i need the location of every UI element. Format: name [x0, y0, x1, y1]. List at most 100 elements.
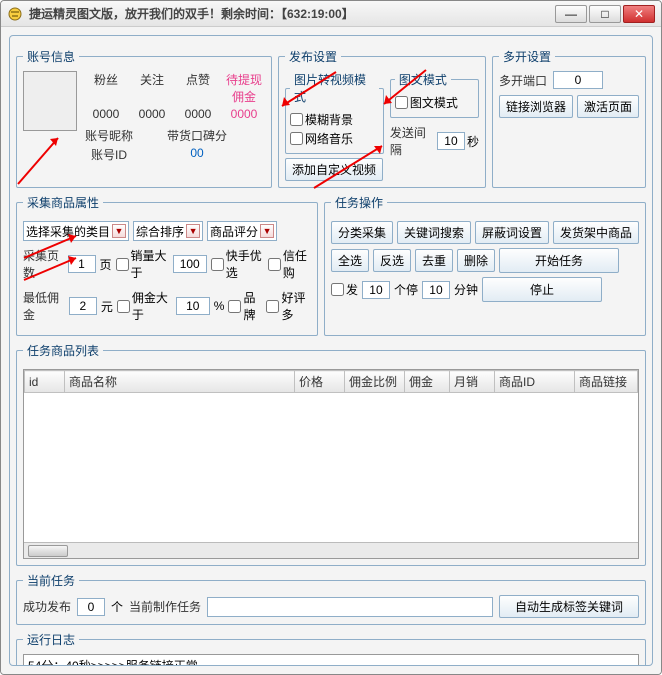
fans-value: 0000 [85, 107, 127, 121]
pub-ok-label: 成功发布 [23, 598, 71, 615]
multi-legend: 多开设置 [499, 48, 555, 65]
start-task-button[interactable]: 开始任务 [499, 248, 619, 273]
net-music-checkbox[interactable]: 网络音乐 [290, 130, 379, 147]
send-unit: 个停 [394, 281, 418, 298]
pub-ok-input[interactable] [77, 598, 105, 616]
list-legend: 任务商品列表 [23, 342, 103, 359]
pages-input[interactable] [68, 255, 96, 273]
link-browser-button[interactable]: 链接浏览器 [499, 95, 573, 118]
follows-value: 0000 [131, 107, 173, 121]
col-comm-rate[interactable]: 佣金比例 [345, 371, 405, 393]
client-area: 账号信息 粉丝 关注 点赞 待提现佣金 0000 0000 00 [1, 27, 661, 674]
publish-settings-group: 发布设置 图片转视频模式 模糊背景 网络音乐 添加自定义视频 图文模式 图 [278, 48, 486, 188]
blur-bg-checkbox[interactable]: 模糊背景 [290, 111, 379, 128]
col-product-link[interactable]: 商品链接 [575, 371, 638, 393]
h-scrollbar[interactable] [24, 542, 638, 558]
follows-label: 关注 [131, 71, 173, 105]
send-checkbox[interactable]: 发 [331, 281, 358, 298]
close-button[interactable]: ✕ [623, 5, 655, 23]
activate-page-button[interactable]: 激活页面 [577, 95, 639, 118]
delete-button[interactable]: 删除 [457, 249, 495, 272]
making-input[interactable] [207, 597, 493, 617]
fans-label: 粉丝 [85, 71, 127, 105]
auto-tag-button[interactable]: 自动生成标签关键词 [499, 595, 639, 618]
minimize-button[interactable]: — [555, 5, 587, 23]
score-combo[interactable]: 商品评分▼ [207, 221, 277, 241]
likes-value: 0000 [177, 107, 219, 121]
chevron-down-icon: ▼ [112, 224, 126, 238]
sort-combo[interactable]: 综合排序▼ [133, 221, 203, 241]
category-combo[interactable]: 选择采集的类目▼ [23, 221, 129, 241]
col-name[interactable]: 商品名称 [65, 371, 295, 393]
shield-button[interactable]: 屏蔽词设置 [475, 221, 549, 244]
product-table[interactable]: id 商品名称 价格 佣金比例 佣金 月销 商品ID 商品链接 [23, 369, 639, 559]
sales-gt-input[interactable] [173, 255, 207, 273]
collect-legend: 采集商品属性 [23, 194, 103, 211]
reputation-value: 00 [167, 146, 227, 160]
video-mode-legend: 图片转视频模式 [290, 71, 379, 105]
trust-buy-checkbox[interactable]: 信任购 [268, 247, 311, 281]
col-month-sales[interactable]: 月销 [450, 371, 495, 393]
titlebar: 捷运精灵图文版，放开我们的双手！剩余时间：【632:19:00】 — □ ✕ [1, 1, 661, 27]
window-controls: — □ ✕ [555, 5, 655, 23]
log-legend: 运行日志 [23, 631, 79, 648]
nickname-label: 账号昵称 [85, 127, 133, 144]
port-input[interactable] [553, 71, 603, 89]
pub-ok-unit: 个 [111, 598, 123, 615]
comm-gt-input[interactable] [176, 297, 210, 315]
wait-input[interactable] [422, 281, 450, 299]
cat-collect-button[interactable]: 分类采集 [331, 221, 393, 244]
task-legend: 任务操作 [331, 194, 387, 211]
brand-checkbox[interactable]: 品牌 [228, 289, 262, 323]
collect-props-group: 采集商品属性 选择采集的类目▼ 综合排序▼ 商品评分▼ 采集页数 页 销量大于 … [16, 194, 318, 336]
video-mode-group: 图片转视频模式 模糊背景 网络音乐 [285, 71, 384, 154]
product-list-group: 任务商品列表 id 商品名称 价格 佣金比例 佣金 月销 商品ID 商品链接 [16, 342, 646, 566]
invert-sel-button[interactable]: 反选 [373, 249, 411, 272]
titlebar-text: 捷运精灵图文版，放开我们的双手！剩余时间：【632:19:00】 [29, 5, 555, 22]
account-legend: 账号信息 [23, 48, 79, 65]
pic-mode-legend: 图文模式 [395, 71, 451, 88]
comm-gt-checkbox[interactable]: 佣金大于 [117, 289, 172, 323]
in-shelf-button[interactable]: 发货架中商品 [553, 221, 639, 244]
col-id[interactable]: id [25, 371, 65, 393]
pages-label: 采集页数 [23, 247, 64, 281]
select-all-button[interactable]: 全选 [331, 249, 369, 272]
col-product-id[interactable]: 商品ID [495, 371, 575, 393]
account-id-label: 账号ID [85, 146, 133, 163]
log-group: 运行日志 54分：40秒>>>>>服务链接正常 54分：51秒>>>>>浏览器启… [16, 631, 646, 666]
fast-pref-checkbox[interactable]: 快手优选 [211, 247, 264, 281]
maximize-button[interactable]: □ [589, 5, 621, 23]
send-count-input[interactable] [362, 281, 390, 299]
add-custom-video-button[interactable]: 添加自定义视频 [285, 158, 383, 181]
log-line: 54分：40秒>>>>>服务链接正常 [28, 659, 634, 666]
log-textarea[interactable]: 54分：40秒>>>>>服务链接正常 54分：51秒>>>>>浏览器启动 成功 [23, 654, 639, 666]
app-icon [7, 6, 23, 22]
dedupe-button[interactable]: 去重 [415, 249, 453, 272]
commission-value: 0000 [223, 107, 265, 121]
col-comm[interactable]: 佣金 [405, 371, 450, 393]
current-legend: 当前任务 [23, 572, 79, 589]
interval-label: 发送间隔 [390, 124, 435, 158]
stop-task-button[interactable]: 停止 [482, 277, 602, 302]
likes-label: 点赞 [177, 71, 219, 105]
min-comm-input[interactable] [69, 297, 97, 315]
current-task-group: 当前任务 成功发布 个 当前制作任务 自动生成标签关键词 [16, 572, 646, 625]
sales-gt-checkbox[interactable]: 销量大于 [116, 247, 169, 281]
account-info-group: 账号信息 粉丝 关注 点赞 待提现佣金 0000 0000 00 [16, 48, 272, 188]
publish-legend: 发布设置 [285, 48, 341, 65]
pages-unit: 页 [100, 256, 112, 273]
pic-mode-checkbox[interactable]: 图文模式 [395, 94, 474, 111]
port-label: 多开端口 [499, 72, 547, 89]
main-panel: 账号信息 粉丝 关注 点赞 待提现佣金 0000 0000 00 [9, 35, 653, 666]
making-label: 当前制作任务 [129, 598, 201, 615]
commission-label: 待提现佣金 [223, 71, 265, 105]
good-review-checkbox[interactable]: 好评多 [266, 289, 310, 323]
col-price[interactable]: 价格 [295, 371, 345, 393]
scroll-thumb[interactable] [28, 545, 68, 557]
kw-search-button[interactable]: 关键词搜索 [397, 221, 471, 244]
chevron-down-icon: ▼ [260, 224, 274, 238]
wait-unit: 分钟 [454, 281, 478, 298]
comm-gt-unit: % [214, 299, 225, 313]
interval-input[interactable] [437, 132, 465, 150]
interval-unit: 秒 [467, 133, 479, 150]
